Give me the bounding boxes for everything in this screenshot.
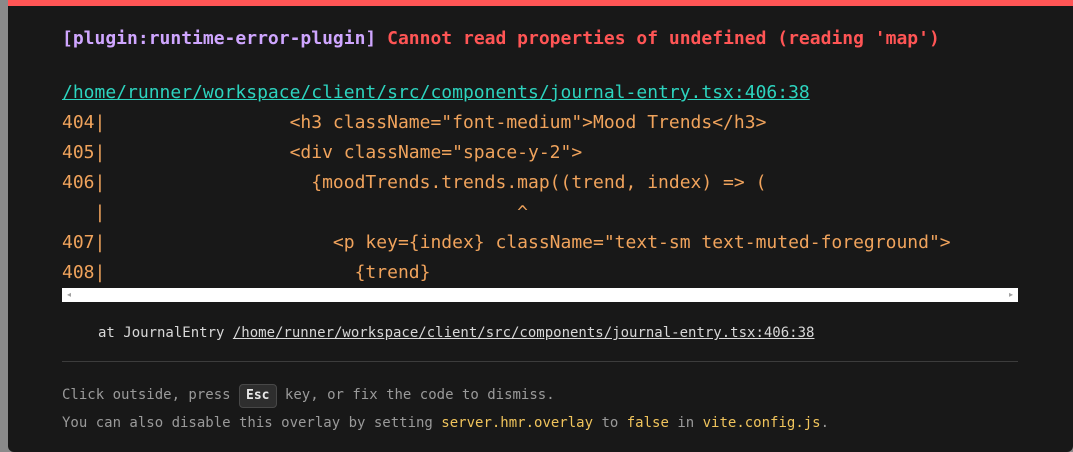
stack-file-link[interactable]: /home/runner/workspace/client/src/compon…: [233, 325, 815, 341]
code-line: 406| {moodTrends.trends.map((trend, inde…: [62, 172, 767, 193]
error-file-link[interactable]: /home/runner/workspace/client/src/compon…: [62, 82, 810, 104]
config-value: false: [626, 415, 669, 431]
error-text: Cannot read properties of undefined (rea…: [387, 28, 940, 49]
tip-text: Click outside, press: [62, 387, 240, 403]
code-frame-scrollbar[interactable]: ◂ ▸: [62, 288, 1018, 302]
code-line: 407| <p key={index} className="text-sm t…: [62, 232, 951, 253]
config-file: vite.config.js: [702, 415, 821, 431]
error-message: [plugin:runtime-error-plugin] Cannot rea…: [62, 28, 940, 50]
code-line-caret: | ^: [62, 202, 529, 223]
tip-text: key, or fix the code to dismiss.: [276, 387, 555, 403]
tip-text: in: [668, 415, 703, 431]
stack-trace: at JournalEntry /home/runner/workspace/c…: [98, 323, 814, 343]
scroll-right-arrow-icon[interactable]: ▸: [1006, 288, 1016, 302]
code-frame[interactable]: 404| <h3 className="font-medium">Mood Tr…: [62, 108, 1018, 290]
error-overlay-window: [plugin:runtime-error-plugin] Cannot rea…: [8, 0, 1073, 452]
esc-key-badge: Esc: [239, 384, 277, 408]
tip-text: .: [820, 415, 830, 431]
dismiss-tip: Click outside, press Esc key, or fix the…: [62, 384, 555, 408]
code-line: 405| <div className="space-y-2">: [62, 142, 583, 163]
code-line: 408| {trend}: [62, 262, 431, 283]
scroll-left-arrow-icon[interactable]: ◂: [64, 288, 74, 302]
tip-text: You can also disable this overlay by set…: [62, 415, 442, 431]
config-key: server.hmr.overlay: [441, 415, 594, 431]
disable-overlay-tip: You can also disable this overlay by set…: [62, 413, 829, 433]
tip-text: to: [593, 415, 627, 431]
code-line: 404| <h3 className="font-medium">Mood Tr…: [62, 112, 767, 133]
stack-prefix: at JournalEntry: [98, 325, 233, 341]
plugin-name: [plugin:runtime-error-plugin]: [62, 28, 377, 49]
divider: [62, 361, 1018, 362]
